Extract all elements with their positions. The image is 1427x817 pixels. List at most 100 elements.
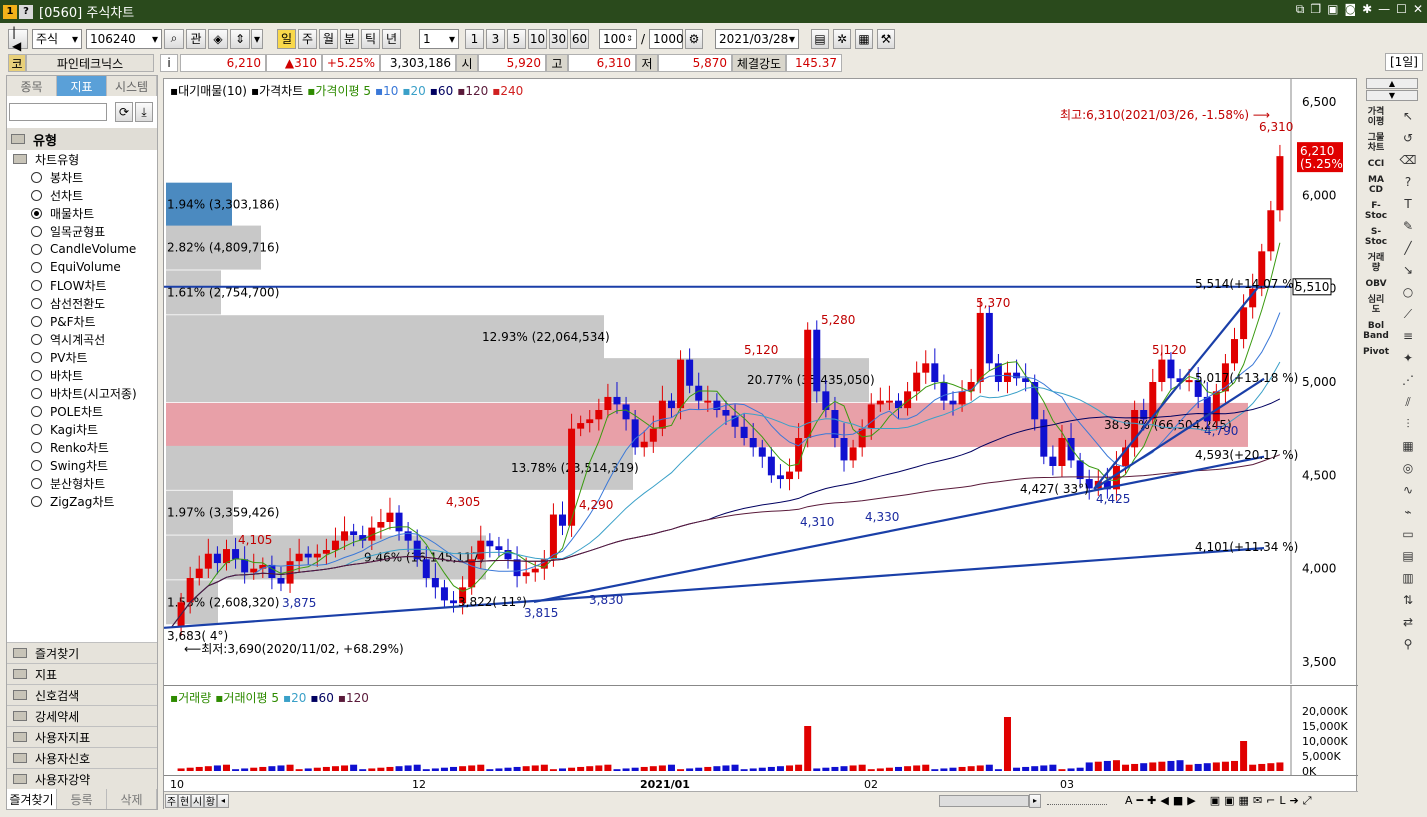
group-item[interactable]: 지표 [7, 663, 157, 684]
radio-button[interactable] [31, 243, 42, 255]
radio-button[interactable] [31, 315, 42, 327]
section-type[interactable]: 유형 [7, 128, 157, 150]
gwan-button[interactable]: 관 [186, 28, 206, 49]
stop-icon[interactable]: ■ [1173, 794, 1183, 808]
period-minute[interactable]: 분 [340, 28, 359, 49]
interval-select[interactable]: 1 ▾ [419, 28, 459, 49]
chart-area[interactable]: 1.94% (3,303,186) 2.82% (4,809,716) 1.61% … [163, 78, 1358, 809]
group-item[interactable]: 사용자신호 [7, 747, 157, 768]
line-icon[interactable]: ⌐ [1266, 794, 1275, 808]
help-icon[interactable]: ? [19, 4, 33, 19]
help-tool-icon[interactable]: ? [1399, 173, 1417, 191]
back-icon[interactable]: ◀ [1160, 794, 1168, 808]
pen-icon[interactable]: ✎ [1399, 217, 1417, 235]
period-month[interactable]: 월 [319, 28, 338, 49]
chart-type-group[interactable]: 차트유형 [7, 150, 157, 168]
quick-10[interactable]: 10 [528, 28, 547, 49]
chart-icon[interactable]: ▤ [811, 28, 830, 49]
minimize-icon[interactable]: — [1378, 2, 1390, 17]
split-icon[interactable]: ⇄ [1399, 613, 1417, 631]
quick-60[interactable]: 60 [570, 28, 589, 49]
cursor-icon[interactable]: ↖ [1399, 107, 1417, 125]
radio-button[interactable] [31, 369, 42, 381]
market-select[interactable]: 주식 ▾ [32, 28, 82, 49]
ellipse-icon[interactable]: ◎ [1399, 459, 1417, 477]
print-icon[interactable]: ▦ [855, 28, 874, 49]
group-item[interactable]: 사용자지표 [7, 726, 157, 747]
chart-type-option[interactable]: 일목균형표 [7, 222, 157, 240]
chart-type-option[interactable]: FLOW차트 [7, 276, 157, 294]
dropdown-icon[interactable]: ▾ [251, 28, 263, 49]
radio-button[interactable] [31, 333, 42, 345]
chart-type-option[interactable]: POLE차트 [7, 402, 157, 420]
camera-icon[interactable]: ◙ [1344, 2, 1356, 17]
chart-type-option[interactable]: EquiVolume [7, 258, 157, 276]
date-picker[interactable]: 2021/03/28 ▾ [715, 28, 800, 49]
chart-type-option[interactable]: 바차트(시고저종) [7, 384, 157, 402]
fibo-icon[interactable]: ≡ [1399, 327, 1417, 345]
save-icon[interactable]: ▣ [1327, 2, 1338, 17]
quick-5[interactable]: 5 [507, 28, 526, 49]
ind-macd[interactable]: MA CD [1361, 175, 1391, 195]
plus-icon[interactable]: ✚ [1147, 794, 1156, 808]
gann-icon[interactable]: ✦ [1399, 349, 1417, 367]
updown-icon[interactable]: ⇕ [230, 28, 250, 49]
quick-30[interactable]: 30 [549, 28, 568, 49]
chart-type-option[interactable]: CandleVolume [7, 240, 157, 258]
chart-type-option[interactable]: PV차트 [7, 348, 157, 366]
list-icon[interactable]: L [1279, 794, 1285, 808]
radio-button[interactable] [31, 405, 42, 417]
tools-icon[interactable]: ⚒ [877, 28, 896, 49]
text-size-icon[interactable]: A [1125, 794, 1133, 808]
wrench-icon[interactable]: ⚲ [1399, 635, 1417, 653]
text-tool-icon[interactable]: T [1399, 195, 1417, 213]
chart-type-option[interactable]: Renko차트 [7, 438, 157, 456]
close-icon[interactable]: ✕ [1413, 2, 1423, 17]
download-icon[interactable]: ⤓ [135, 102, 153, 122]
tab-delete[interactable]: 삭제 [107, 789, 157, 809]
group-item[interactable]: 즐겨찾기 [7, 642, 157, 663]
radio-button[interactable] [31, 423, 42, 435]
quick-1[interactable]: 1 [465, 28, 484, 49]
gear-icon[interactable]: ✱ [1362, 2, 1372, 17]
minus-icon[interactable]: ━ [1137, 794, 1144, 808]
radio-button[interactable] [31, 171, 42, 183]
undo-icon[interactable]: ↺ [1399, 129, 1417, 147]
chart-small-icon[interactable]: ▥ [1399, 569, 1417, 587]
period-week[interactable]: 주 [298, 28, 317, 49]
chart-type-option[interactable]: P&F차트 [7, 312, 157, 330]
settings-icon[interactable]: ⚙ [685, 28, 704, 49]
refresh-icon[interactable]: ⟳ [115, 102, 133, 122]
period-year[interactable]: 년 [382, 28, 401, 49]
bottom-btn-1[interactable]: 주 [165, 793, 178, 808]
excel-icon[interactable]: ▣ [1210, 794, 1220, 808]
fan-icon[interactable]: ⋰ [1399, 371, 1417, 389]
tab-stocks[interactable]: 종목 [7, 76, 57, 96]
period-day[interactable]: 일 [277, 28, 296, 49]
channel-icon[interactable]: ⫽ [1399, 393, 1417, 411]
radio-button[interactable] [31, 225, 42, 237]
ind-volume[interactable]: 거래 량 [1361, 253, 1391, 273]
volume-panel[interactable]: 20,000K 15,000K 10,000K 5,000K 0K ▪거래량 ▪거래이평 … [164, 685, 1358, 778]
zoom-slider[interactable] [1047, 797, 1107, 805]
ind-obv[interactable]: OBV [1361, 279, 1391, 289]
ind-mesh[interactable]: 그물 차트 [1361, 133, 1391, 153]
total-input[interactable]: 1000 [649, 28, 684, 49]
copy-icon[interactable]: ❐ [1310, 2, 1321, 17]
app-icon[interactable]: 1 [3, 4, 17, 19]
chart-type-option[interactable]: 역시계곡선 [7, 330, 157, 348]
group-item[interactable]: 사용자강약 [7, 768, 157, 789]
auto-icon[interactable]: ⌁ [1399, 503, 1417, 521]
ind-psych[interactable]: 심리 도 [1361, 295, 1391, 315]
radio-button[interactable] [31, 441, 42, 453]
indicator-search-input[interactable] [9, 103, 107, 121]
price-chart[interactable]: 1.94% (3,303,186)2.82% (4,809,716)1.61% … [163, 79, 1358, 684]
ind-cci[interactable]: CCI [1361, 159, 1391, 169]
grid-icon[interactable]: ▦ [1239, 794, 1249, 808]
arrow-icon[interactable]: ➔ [1290, 794, 1299, 808]
wave-icon[interactable]: ∿ [1399, 481, 1417, 499]
radio-button[interactable] [31, 351, 42, 363]
chart-type-option[interactable]: 바차트 [7, 366, 157, 384]
radio-button[interactable] [31, 495, 42, 507]
arrow-tool-icon[interactable]: ↘ [1399, 261, 1417, 279]
